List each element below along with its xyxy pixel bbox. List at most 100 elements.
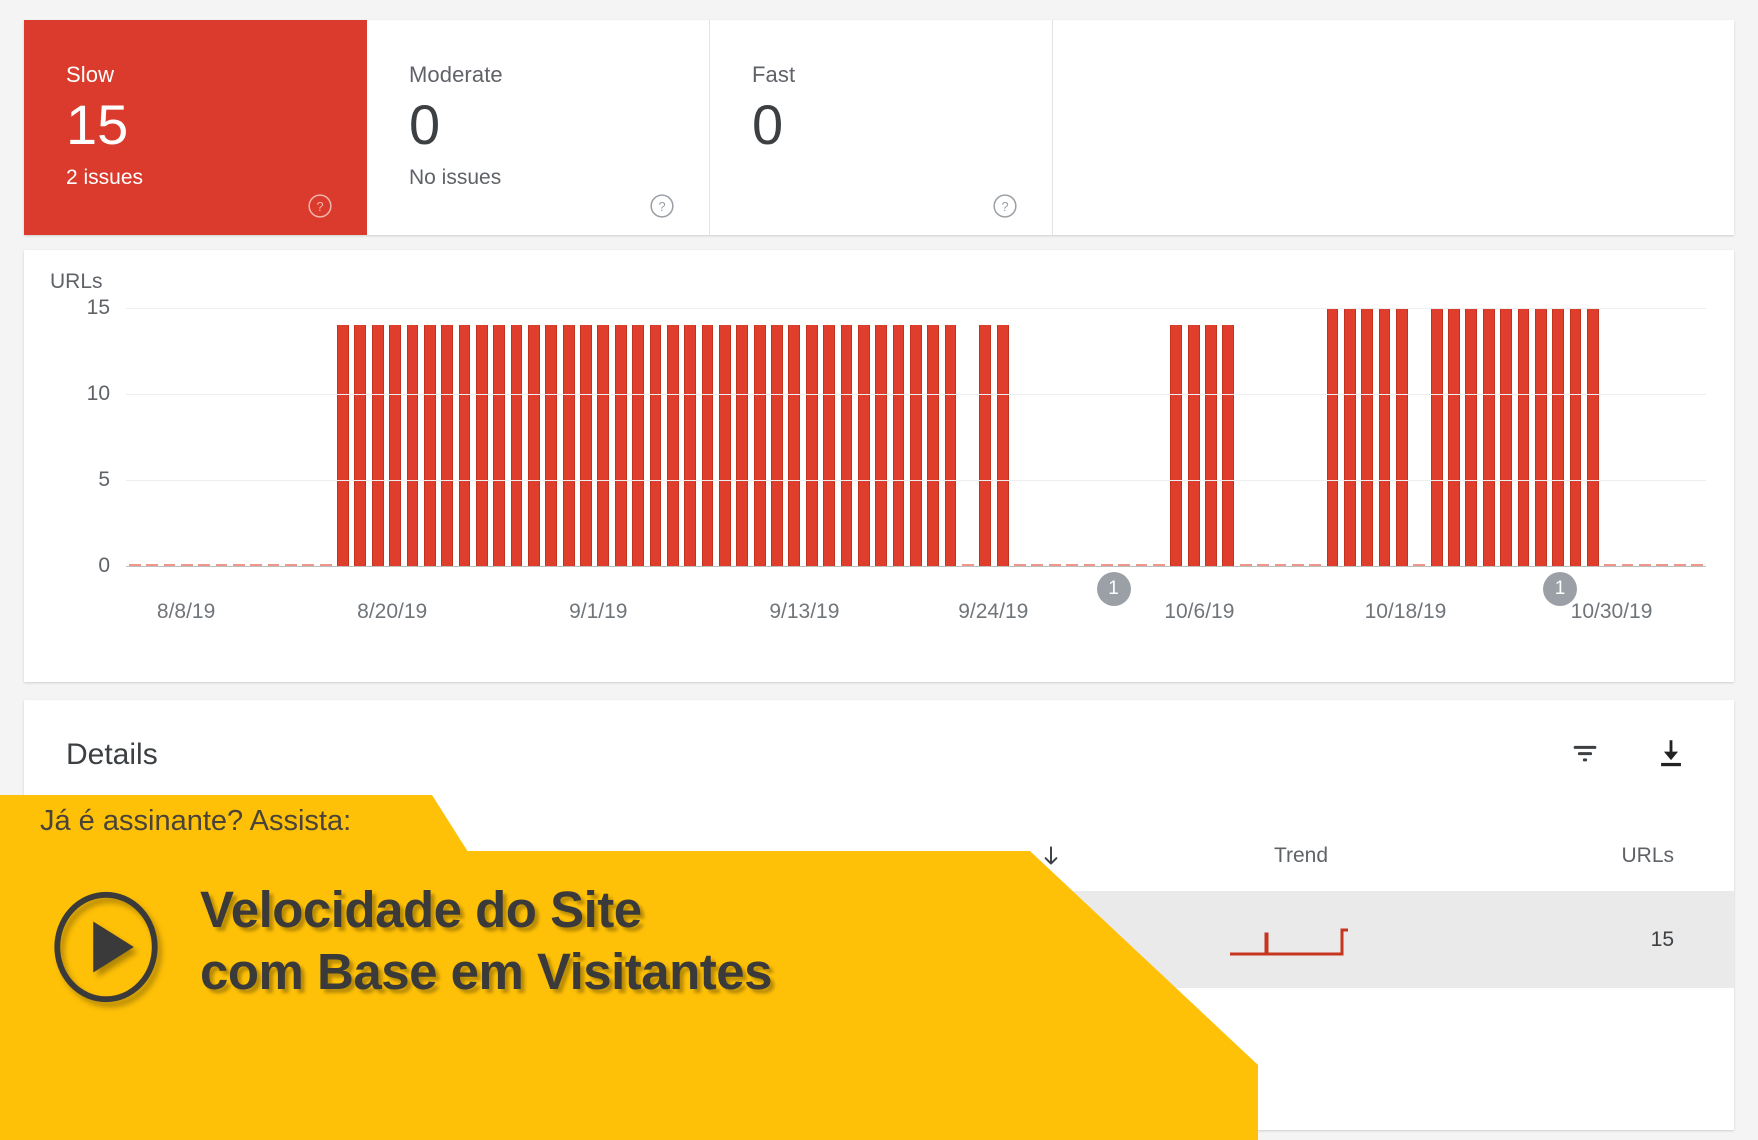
chart-bar-slot[interactable] — [1376, 308, 1393, 566]
chart-bar-slot[interactable] — [768, 308, 785, 566]
chart-bar-slot[interactable] — [178, 308, 195, 566]
chart-bar-slot[interactable] — [334, 308, 351, 566]
chart-bar-slot[interactable] — [1567, 308, 1584, 566]
chart-bar-slot[interactable] — [1341, 308, 1358, 566]
chart-bar-slot[interactable] — [1046, 308, 1063, 566]
chart-bar-slot[interactable] — [838, 308, 855, 566]
chart-bar-slot[interactable] — [456, 308, 473, 566]
column-header-urls[interactable]: URLs — [1466, 844, 1692, 868]
chart-bar-slot[interactable] — [1463, 308, 1480, 566]
chart-bar-slot[interactable] — [977, 308, 994, 566]
chart-bar-slot[interactable] — [1445, 308, 1462, 566]
chart-bar-slot[interactable] — [317, 308, 334, 566]
chart-bar-slot[interactable] — [629, 308, 646, 566]
chart-bar-slot[interactable] — [352, 308, 369, 566]
promo-main-banner[interactable]: Velocidade do Site com Base em Visitante… — [0, 851, 1258, 1140]
chart-bar-slot[interactable] — [1115, 308, 1132, 566]
chart-bar-slot[interactable] — [1029, 308, 1046, 566]
chart-bar-slot[interactable] — [1289, 308, 1306, 566]
chart-bar-slot[interactable] — [1515, 308, 1532, 566]
chart-bar-slot[interactable] — [959, 308, 976, 566]
chart-bar-slot[interactable] — [1133, 308, 1150, 566]
chart-bar-slot[interactable] — [1081, 308, 1098, 566]
chart-bar-slot[interactable] — [1619, 308, 1636, 566]
chart-bar-slot[interactable] — [612, 308, 629, 566]
help-icon[interactable]: ? — [649, 193, 675, 219]
chart-bar-slot[interactable] — [1584, 308, 1601, 566]
chart-bar-slot[interactable] — [1532, 308, 1549, 566]
help-icon[interactable]: ? — [992, 193, 1018, 219]
chart-bar-slot[interactable] — [1324, 308, 1341, 566]
chart-bar-slot[interactable] — [716, 308, 733, 566]
chart-bar-slot[interactable] — [890, 308, 907, 566]
chart-bar-slot[interactable] — [1237, 308, 1254, 566]
chart-bar-slot[interactable] — [1480, 308, 1497, 566]
chart-bar-slot[interactable] — [682, 308, 699, 566]
chart-bar-slot[interactable] — [161, 308, 178, 566]
chart-bar-slot[interactable] — [872, 308, 889, 566]
chart-bar-slot[interactable] — [1063, 308, 1080, 566]
chart-bar-slot[interactable] — [1428, 308, 1445, 566]
chart-bar-slot[interactable] — [491, 308, 508, 566]
chart-bar-slot[interactable] — [699, 308, 716, 566]
chart-bar-slot[interactable] — [213, 308, 230, 566]
chart-bar-slot[interactable] — [421, 308, 438, 566]
chart-bar-slot[interactable] — [560, 308, 577, 566]
chart-bar-slot[interactable] — [1220, 308, 1237, 566]
chart-bar-slot[interactable] — [925, 308, 942, 566]
chart-bar-slot[interactable] — [1549, 308, 1566, 566]
chart-bar-slot[interactable] — [282, 308, 299, 566]
chart-bar-slot[interactable] — [300, 308, 317, 566]
chart-bar-slot[interactable] — [1185, 308, 1202, 566]
chart-bar-slot[interactable] — [595, 308, 612, 566]
card-moderate[interactable]: Moderate 0 No issues ? — [367, 20, 710, 235]
chart-bar-slot[interactable] — [508, 308, 525, 566]
chart-bar-slot[interactable] — [803, 308, 820, 566]
chart-bar-slot[interactable] — [994, 308, 1011, 566]
chart-bar-slot[interactable] — [734, 308, 751, 566]
chart-bar-slot[interactable] — [143, 308, 160, 566]
chart-bar-slot[interactable] — [248, 308, 265, 566]
chart-bar-slot[interactable] — [1411, 308, 1428, 566]
chart-bar-slot[interactable] — [1011, 308, 1028, 566]
chart-bar-slot[interactable] — [1306, 308, 1323, 566]
chart-bar-slot[interactable] — [1254, 308, 1271, 566]
chart-bar-slot[interactable] — [1168, 308, 1185, 566]
help-icon[interactable]: ? — [307, 193, 333, 219]
chart-bar-slot[interactable] — [369, 308, 386, 566]
chart-bar-slot[interactable] — [751, 308, 768, 566]
chart-bar-slot[interactable] — [404, 308, 421, 566]
chart-bar-slot[interactable] — [664, 308, 681, 566]
chart-bar-slot[interactable] — [1150, 308, 1167, 566]
chart-bar-slot[interactable] — [1688, 308, 1705, 566]
chart-bar-slot[interactable] — [1272, 308, 1289, 566]
chart-bar-slot[interactable] — [438, 308, 455, 566]
chart-bar-slot[interactable] — [786, 308, 803, 566]
chart-bar-slot[interactable] — [473, 308, 490, 566]
chart-bar-slot[interactable] — [1602, 308, 1619, 566]
chart-bar-slot[interactable] — [1098, 308, 1115, 566]
chart-annotation-badge[interactable]: 1 — [1543, 572, 1578, 606]
chart-bar-slot[interactable] — [1497, 308, 1514, 566]
chart-bar-slot[interactable] — [386, 308, 403, 566]
chart-bar-slot[interactable] — [195, 308, 212, 566]
chart-bar-slot[interactable] — [230, 308, 247, 566]
chart-bar-slot[interactable] — [855, 308, 872, 566]
chart-bar-slot[interactable] — [1359, 308, 1376, 566]
chart-bar-slot[interactable] — [942, 308, 959, 566]
chart-bar-slot[interactable] — [820, 308, 837, 566]
play-icon[interactable] — [48, 889, 164, 1005]
chart-bar-slot[interactable] — [126, 308, 143, 566]
chart-bar-slot[interactable] — [525, 308, 542, 566]
download-icon[interactable] — [1654, 736, 1688, 770]
chart-bar-slot[interactable] — [1654, 308, 1671, 566]
card-slow[interactable]: Slow 15 2 issues ? — [24, 20, 367, 235]
chart-bar-slot[interactable] — [647, 308, 664, 566]
chart-annotation-badge[interactable]: 1 — [1096, 572, 1131, 606]
chart-bar-slot[interactable] — [1636, 308, 1653, 566]
chart-bar-slot[interactable] — [1671, 308, 1688, 566]
chart-bar-slot[interactable] — [1393, 308, 1410, 566]
chart-bar-slot[interactable] — [577, 308, 594, 566]
promo-overlay[interactable]: Já é assinante? Assista: Velocidade do S… — [0, 795, 1258, 1140]
chart-bar-slot[interactable] — [543, 308, 560, 566]
